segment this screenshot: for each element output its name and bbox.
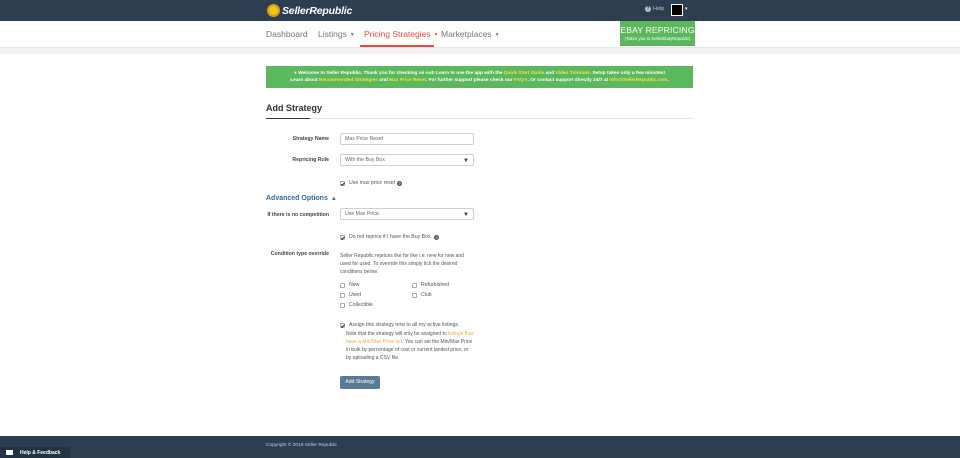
top-bar: SellerRepublic ? Help ▾ [0,0,960,21]
info-icon: ● [293,71,297,76]
user-avatar[interactable] [671,4,683,16]
condition-collectible-row[interactable]: Collectible [340,302,373,308]
no-reprice-buybox-checkbox[interactable] [340,234,345,240]
no-competition-label: If there is no competition [267,212,329,218]
help-feedback-button[interactable]: Help & Feedback [0,447,70,458]
upload-csv-link[interactable]: uploading a CSV file [353,355,398,361]
nav-listings[interactable]: Listings ▼ [318,29,355,39]
faq-link[interactable]: FAQ's [514,78,528,83]
chevron-up-icon: ▲ [330,195,337,202]
condition-used-row[interactable]: Used [340,292,361,298]
info-icon[interactable]: ? [434,234,440,240]
help-label: Help [653,6,665,12]
condition-override-description: Seller Republic reprices like for like i… [340,253,464,275]
logo-icon [267,4,280,17]
current-landed-price-link[interactable]: current landed price [417,347,461,353]
advanced-options-toggle[interactable]: Advanced Options ▲ [266,195,337,202]
main-nav: Dashboard Listings ▼ Pricing Strategies ▼ … [0,21,960,48]
brand-logo[interactable]: SellerRepublic [267,3,352,18]
percentage-of-cost-link[interactable]: percentage of cost [369,347,410,353]
caret-down-icon: ▼ [463,158,469,164]
copyright-text: Copyright © 2019 Seller Republic [266,443,337,448]
mail-icon [6,450,13,455]
max-price-reset-link[interactable]: Max Price Reset [389,78,426,83]
footer: Copyright © 2019 Seller Republic Help & … [0,436,960,458]
condition-club-row[interactable]: Club [412,292,432,298]
use-max-price-reset-checkbox[interactable] [340,180,345,186]
nav-marketplaces[interactable]: Marketplaces ▼ [441,29,500,39]
caret-down-icon: ▼ [463,212,469,218]
strategy-name-input[interactable]: Max Price Reset [340,133,474,145]
info-icon[interactable]: ? [397,180,403,186]
caret-down-icon: ▼ [433,31,439,38]
welcome-alert: ● Welcome to Seller Republic. Thank you … [266,66,693,88]
use-max-price-reset-row[interactable]: Use max price reset ? [340,180,403,186]
title-accent [266,118,310,119]
ebay-repricing-title: EBAY REPRICING [620,25,695,35]
ebay-repricing-button[interactable]: EBAY REPRICING (Takes you to SellerEbayR… [620,21,695,46]
video-tutorials-link[interactable]: Video Tutorials [556,71,590,76]
ebay-repricing-subtitle: (Takes you to SellerEbayRepublic) [624,36,691,41]
repricing-rule-select[interactable]: With the Buy Box ▼ [340,154,474,166]
page-title: Add Strategy [266,103,323,113]
strategy-name-label: Strategy Name [292,136,329,142]
add-strategy-button[interactable]: Add Strategy [340,376,380,389]
content-band [0,48,960,54]
condition-refurbished-row[interactable]: Refurbished [412,282,449,288]
support-email-link[interactable]: info@SellerRepublic.com [609,78,667,83]
help-link[interactable]: ? Help [645,6,664,12]
active-tab-indicator [360,45,434,47]
recommended-strategies-link[interactable]: Recommended Strategies [319,78,378,83]
brand-name: SellerRepublic [282,4,353,17]
condition-refurbished-checkbox[interactable] [412,282,417,288]
condition-used-checkbox[interactable] [340,292,345,298]
repricing-rule-label: Repricing Rule [292,157,329,163]
title-divider [266,118,693,119]
assign-strategy-row[interactable]: Assign this strategy now to all my activ… [340,322,459,328]
question-icon: ? [645,6,651,12]
condition-collectible-checkbox[interactable] [340,302,345,308]
nav-pricing-strategies[interactable]: Pricing Strategies ▼ [364,29,439,39]
condition-new-row[interactable]: New [340,282,359,288]
caret-down-icon: ▼ [349,31,355,38]
assign-strategy-checkbox[interactable] [340,322,345,328]
condition-override-label: Condition type override [270,251,329,257]
no-reprice-buybox-row[interactable]: Do not reprice if I have the Buy Box. ? [340,234,440,240]
assign-note: Note that the strategy will only be assi… [346,331,474,361]
chevron-down-icon[interactable]: ▾ [685,6,688,12]
quick-start-link[interactable]: Quick Start Guide [504,71,545,76]
caret-down-icon: ▼ [494,31,500,38]
no-competition-select[interactable]: Use Max Price. ▼ [340,208,474,220]
condition-club-checkbox[interactable] [412,292,417,298]
condition-new-checkbox[interactable] [340,282,345,288]
nav-dashboard[interactable]: Dashboard [266,29,308,39]
